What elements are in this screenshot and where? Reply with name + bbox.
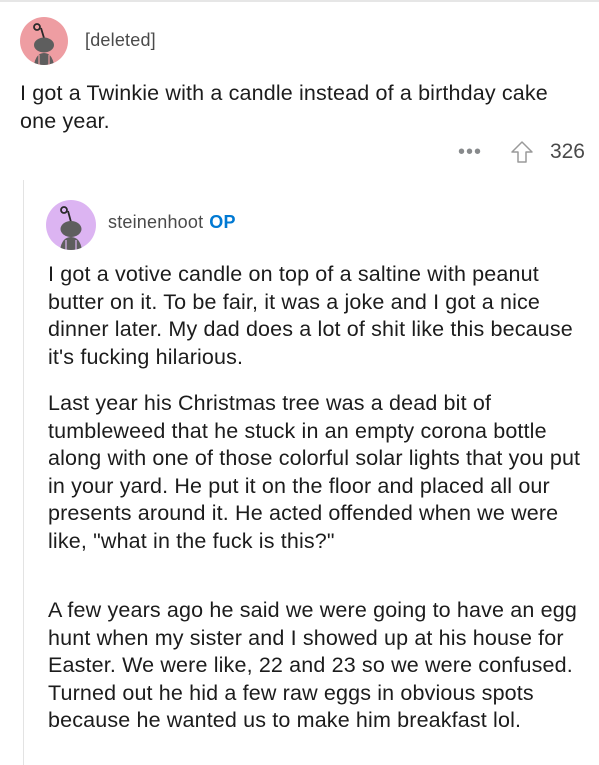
comment-paragraph: I got a votive candle on top of a saltin… bbox=[48, 262, 573, 369]
thread-line[interactable] bbox=[23, 180, 24, 765]
comment-paragraph: A few years ago he said we were going to… bbox=[48, 598, 577, 732]
snoo-avatar-icon bbox=[60, 206, 82, 250]
avatar[interactable] bbox=[20, 17, 68, 65]
op-badge: OP bbox=[209, 212, 236, 232]
comment-author[interactable]: steinenhoot bbox=[108, 212, 203, 232]
comment-actions: ••• 326 bbox=[458, 140, 585, 164]
comment-author-row: steinenhoot OP bbox=[108, 212, 236, 233]
upvote-arrow-icon[interactable] bbox=[510, 140, 534, 164]
top-divider bbox=[0, 0, 599, 2]
comment-author[interactable]: [deleted] bbox=[85, 30, 156, 51]
avatar[interactable] bbox=[46, 200, 96, 250]
comment-paragraph: Last year his Christmas tree was a dead … bbox=[48, 391, 581, 553]
snoo-avatar-icon bbox=[33, 23, 54, 65]
vote-score: 326 bbox=[549, 140, 585, 163]
comment-body: I got a Twinkie with a candle instead of… bbox=[20, 81, 548, 133]
more-options-icon[interactable]: ••• bbox=[458, 142, 482, 162]
